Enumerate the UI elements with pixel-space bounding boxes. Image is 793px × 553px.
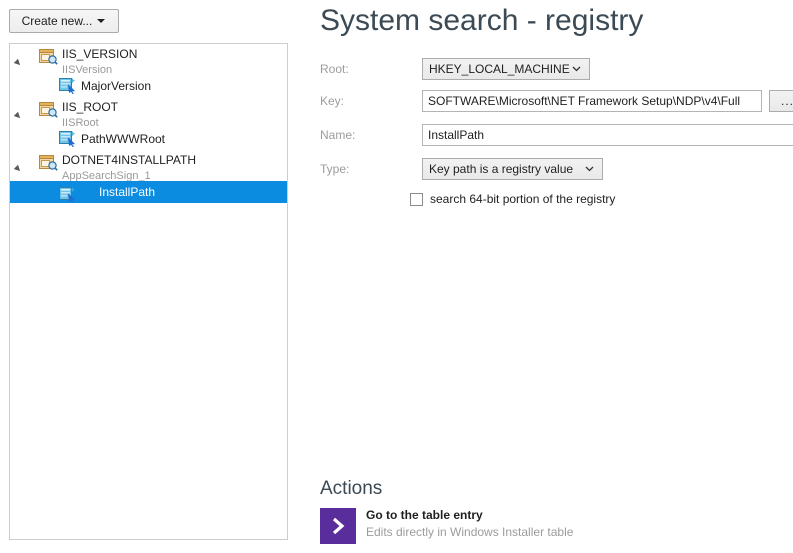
left-pane: Create new... IIS_VERSION I	[0, 0, 300, 553]
actions-heading: Actions	[320, 478, 382, 500]
right-pane: System search - registry Root: HKEY_LOCA…	[300, 0, 793, 553]
selection-highlight	[49, 181, 287, 203]
name-label: Name:	[320, 128, 355, 142]
registry-search-icon	[39, 101, 58, 118]
chevron-down-icon	[572, 64, 581, 73]
create-new-label: Create new...	[22, 14, 107, 28]
action-title: Go to the table entry	[366, 508, 483, 522]
tree-child-label: MajorVersion	[81, 75, 151, 97]
name-input[interactable]: InstallPath	[422, 124, 793, 146]
tree-child-label: PathWWWRoot	[81, 128, 165, 150]
tree-node-iis-root[interactable]: IIS_ROOT IISRoot	[10, 97, 287, 128]
root-label: Root:	[320, 62, 349, 76]
property-icon	[59, 186, 77, 203]
chevron-down-icon	[585, 164, 594, 173]
action-subtitle: Edits directly in Windows Installer tabl…	[366, 525, 573, 539]
action-go-to-table-entry[interactable]: Go to the table entry Edits directly in …	[320, 508, 720, 548]
key-label: Key:	[320, 94, 344, 108]
expander-icon[interactable]	[14, 59, 22, 67]
key-input[interactable]: SOFTWARE\Microsoft\NET Framework Setup\N…	[422, 90, 762, 112]
expander-icon[interactable]	[14, 112, 22, 120]
form-row-type: Type: Key path is a registry value	[320, 158, 790, 180]
key-value: SOFTWARE\Microsoft\NET Framework Setup\N…	[423, 94, 740, 108]
property-icon	[59, 130, 77, 147]
chevron-right-icon	[320, 508, 356, 544]
create-new-button[interactable]: Create new...	[9, 9, 119, 33]
registry-search-icon	[39, 48, 58, 65]
tree-node-text: DOTNET4INSTALLPATH AppSearchSign_1	[62, 153, 196, 183]
tree-child-majorversion[interactable]: MajorVersion	[10, 75, 287, 97]
type-combobox[interactable]: Key path is a registry value	[422, 158, 603, 180]
tree-node-title: IIS_VERSION	[62, 47, 137, 61]
tree-node-title: DOTNET4INSTALLPATH	[62, 153, 196, 167]
expander-icon[interactable]	[14, 165, 22, 173]
type-value: Key path is a registry value	[423, 162, 573, 176]
type-label: Type:	[320, 162, 349, 176]
tree-node-text: IIS_ROOT IISRoot	[62, 100, 118, 130]
tree-node-dotnet4installpath[interactable]: DOTNET4INSTALLPATH AppSearchSign_1	[10, 150, 287, 181]
tree-group: IIS_VERSION IISVersion MajorVersion	[10, 44, 287, 97]
tree-child-installpath[interactable]: InstallPath	[10, 181, 287, 203]
page-title: System search - registry	[320, 4, 643, 38]
name-value: InstallPath	[423, 128, 484, 142]
registry-search-icon	[39, 154, 58, 171]
form-row-name: Name: InstallPath	[320, 124, 790, 146]
search-tree-panel[interactable]: IIS_VERSION IISVersion MajorVersion	[9, 43, 288, 540]
key-browse-button[interactable]: ...	[769, 90, 793, 112]
tree-group: DOTNET4INSTALLPATH AppSearchSign_1	[10, 150, 287, 203]
property-icon	[59, 77, 77, 94]
search-64bit-checkbox-row[interactable]: search 64-bit portion of the registry	[410, 192, 615, 206]
tree-child-label: InstallPath	[99, 181, 155, 203]
tree-node-text: IIS_VERSION IISVersion	[62, 47, 137, 77]
root-value: HKEY_LOCAL_MACHINE	[423, 62, 570, 76]
form-row-key: Key: SOFTWARE\Microsoft\NET Framework Se…	[320, 90, 790, 112]
chevron-down-icon	[97, 19, 105, 23]
search-64bit-label: search 64-bit portion of the registry	[430, 192, 615, 206]
search-64bit-checkbox[interactable]	[410, 193, 423, 206]
tree-node-iis-version[interactable]: IIS_VERSION IISVersion	[10, 44, 287, 75]
tree-group: IIS_ROOT IISRoot PathWWWRoot	[10, 97, 287, 150]
form-row-root: Root: HKEY_LOCAL_MACHINE	[320, 58, 790, 80]
tree-node-title: IIS_ROOT	[62, 100, 118, 114]
root-combobox[interactable]: HKEY_LOCAL_MACHINE	[422, 58, 590, 80]
tree-child-pathwwwroot[interactable]: PathWWWRoot	[10, 128, 287, 150]
